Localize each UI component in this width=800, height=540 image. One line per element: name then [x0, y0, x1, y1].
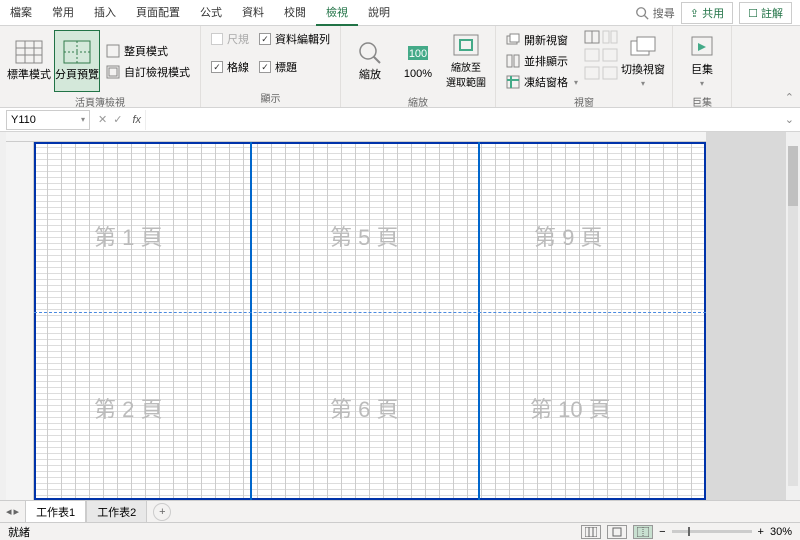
zoom-icon	[356, 40, 384, 64]
ruler-checkbox: 尺規	[207, 30, 253, 48]
zoom-100-button[interactable]: 100 100%	[395, 30, 441, 92]
reset-pos-icon[interactable]	[602, 66, 618, 80]
fx-label[interactable]: fx	[128, 114, 145, 126]
macros-group-label: 巨集	[679, 92, 725, 109]
show-group-label: 顯示	[207, 88, 334, 105]
workbook-views-group-label: 活頁簿檢視	[6, 92, 194, 109]
normal-view-status-button[interactable]	[581, 525, 601, 539]
add-sheet-button[interactable]: +	[153, 503, 171, 521]
expand-formula-bar-icon[interactable]: ⌄	[779, 113, 800, 126]
tab-layout[interactable]: 頁面配置	[126, 0, 190, 26]
tab-home[interactable]: 常用	[42, 0, 84, 26]
tab-insert[interactable]: 插入	[84, 0, 126, 26]
window-group-label: 視窗	[502, 92, 666, 109]
page-break-preview-button[interactable]: 分頁預覽	[54, 30, 100, 92]
page-layout-status-button[interactable]	[607, 525, 627, 539]
arrange-icon	[506, 54, 520, 68]
tab-formulas[interactable]: 公式	[190, 0, 232, 26]
tab-data[interactable]: 資料	[232, 0, 274, 26]
sheet-tab-1[interactable]: 工作表1	[25, 500, 86, 524]
tab-review[interactable]: 校閱	[274, 0, 316, 26]
arrange-all-button[interactable]: 並排顯示	[502, 52, 582, 70]
page-break-icon	[63, 40, 91, 64]
split-icon[interactable]	[584, 30, 600, 44]
worksheet-grid[interactable]: 第 1 頁 第 5 頁 第 9 頁 第 2 頁 第 6 頁 第 10 頁	[0, 132, 800, 500]
search-icon	[635, 6, 649, 20]
switch-windows-button[interactable]: 切換視窗▾	[620, 30, 666, 92]
sheet-nav-prev-icon[interactable]: ◂	[6, 505, 12, 518]
formula-bar-checkbox[interactable]: 資料編輯列	[255, 30, 334, 48]
normal-view-icon	[15, 40, 43, 64]
new-window-button[interactable]: 開新視窗	[502, 31, 582, 49]
name-box[interactable]: Y110▾	[6, 110, 90, 130]
tab-file[interactable]: 檔案	[0, 0, 42, 26]
hide-icon[interactable]	[584, 48, 600, 62]
vertical-scrollbar[interactable]	[786, 132, 800, 500]
freeze-icon	[506, 75, 520, 89]
zoom-selection-icon	[452, 33, 480, 57]
page-layout-icon	[106, 44, 120, 58]
page-layout-button[interactable]: 整頁模式	[102, 42, 194, 60]
zoom-out-button[interactable]: −	[659, 526, 665, 538]
unhide-icon[interactable]	[584, 66, 600, 80]
custom-views-icon	[106, 65, 120, 79]
formula-input[interactable]	[145, 110, 779, 130]
zoom-level[interactable]: 30%	[770, 526, 792, 538]
macros-button[interactable]: 巨集▾	[679, 30, 725, 92]
page-break-status-button[interactable]	[633, 525, 653, 539]
normal-view-button[interactable]: 標準模式	[6, 30, 52, 92]
collapse-ribbon-icon[interactable]: ⌃	[785, 91, 794, 104]
macros-icon	[688, 35, 716, 59]
zoom-button[interactable]: 縮放	[347, 30, 393, 92]
freeze-panes-button[interactable]: 凍結窗格▾	[502, 73, 582, 91]
search-box[interactable]: 搜尋	[635, 5, 675, 21]
zoom-100-icon: 100	[404, 42, 432, 66]
zoom-in-button[interactable]: +	[758, 526, 764, 538]
out-of-print-area	[706, 132, 794, 500]
zoom-slider[interactable]	[672, 530, 752, 533]
tab-view[interactable]: 檢視	[316, 0, 358, 26]
zoom-group-label: 縮放	[347, 92, 489, 109]
sheet-nav-next-icon[interactable]: ▸	[14, 505, 20, 518]
grid-icon	[585, 527, 597, 537]
row-headers[interactable]	[6, 142, 34, 500]
cancel-formula-icon: ✕	[98, 113, 107, 126]
svg-text:100: 100	[409, 48, 427, 60]
tab-help[interactable]: 說明	[358, 0, 400, 26]
sync-scroll-icon[interactable]	[602, 48, 618, 62]
break-icon	[637, 527, 649, 537]
gridlines-checkbox[interactable]: 格線	[207, 58, 253, 76]
status-ready: 就緒	[8, 524, 30, 540]
page-icon	[611, 527, 623, 537]
comment-button[interactable]: ☐ 註解	[739, 2, 792, 24]
search-placeholder: 搜尋	[653, 5, 675, 21]
enter-formula-icon: ✓	[113, 113, 122, 126]
share-button[interactable]: ⇪ 共用	[681, 2, 733, 24]
new-window-icon	[506, 33, 520, 47]
zoom-selection-button[interactable]: 縮放至 選取範圍	[443, 30, 489, 92]
sheet-tab-2[interactable]: 工作表2	[86, 500, 147, 524]
view-side-icon[interactable]	[602, 30, 618, 44]
column-headers[interactable]	[6, 132, 706, 142]
custom-views-button[interactable]: 自訂檢視模式	[102, 63, 194, 81]
switch-windows-icon	[629, 35, 657, 59]
headings-checkbox[interactable]: 標題	[255, 58, 334, 76]
